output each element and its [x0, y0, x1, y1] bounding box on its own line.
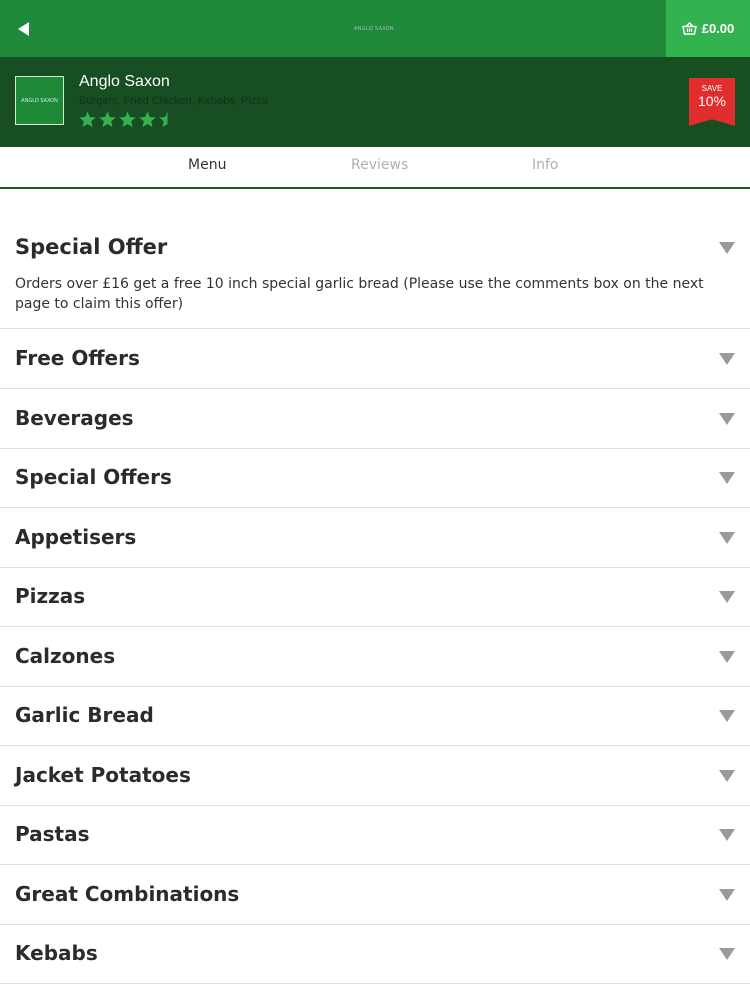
- chevron-down-icon: [719, 710, 735, 722]
- rating-stars: [78, 110, 177, 129]
- category-title: Garlic Bread: [15, 703, 154, 727]
- chevron-down-icon: [719, 242, 735, 254]
- chevron-down-icon: [719, 948, 735, 960]
- star-icon: [79, 111, 96, 128]
- menu-category-row[interactable]: Great Combinations: [0, 865, 750, 925]
- star-icon: [99, 111, 116, 128]
- tab-reviews[interactable]: Reviews: [351, 157, 408, 173]
- menu-category-row[interactable]: Appetisers: [0, 508, 750, 568]
- top-bar: ANGLO SAXON £0.00: [0, 0, 750, 57]
- top-logo-text: ANGLO SAXON: [354, 26, 394, 32]
- menu-category-row[interactable]: Jacket Potatoes: [0, 746, 750, 806]
- restaurant-header: ANGLO SAXON Anglo Saxon Burgers, Fried C…: [0, 57, 750, 147]
- menu-list: Special Offer Orders over £16 get a free…: [0, 189, 750, 1000]
- category-title: Calzones: [15, 644, 116, 668]
- tab-info[interactable]: Info: [532, 157, 559, 173]
- menu-category-row[interactable]: Calzones: [0, 627, 750, 687]
- menu-category-row[interactable]: Kebabs: [0, 924, 750, 984]
- category-title: Free Offers: [15, 346, 140, 370]
- menu-category-row[interactable]: Garlic Bread: [0, 686, 750, 746]
- chevron-down-icon: [719, 532, 735, 544]
- chevron-down-icon: [719, 889, 735, 901]
- menu-category-row[interactable]: Free Offers: [0, 329, 750, 389]
- basket-total: £0.00: [701, 21, 735, 36]
- menu-category-special-offer[interactable]: Special Offer Orders over £16 get a free…: [0, 189, 750, 329]
- menu-category-row[interactable]: Pizzas: [0, 567, 750, 627]
- basket-button[interactable]: £0.00: [666, 0, 750, 57]
- chevron-down-icon: [719, 353, 735, 365]
- star-half-icon: [159, 111, 168, 128]
- special-offer-description: Orders over £16 get a free 10 inch speci…: [15, 276, 704, 312]
- menu-category-row[interactable]: Pastas: [0, 805, 750, 865]
- chevron-down-icon: [719, 770, 735, 782]
- category-title: Special Offers: [15, 465, 172, 489]
- menu-category-row[interactable]: Special Offers: [0, 448, 750, 508]
- menu-category-row[interactable]: Beverages: [0, 389, 750, 449]
- category-title: Pastas: [15, 822, 90, 846]
- back-button[interactable]: [8, 13, 40, 45]
- star-icon: [139, 111, 156, 128]
- category-title: Great Combinations: [15, 882, 240, 906]
- back-arrow-icon: [18, 22, 29, 36]
- category-title: Special Offer: [15, 235, 168, 259]
- save-value: 10%: [697, 93, 727, 109]
- chevron-down-icon: [719, 829, 735, 841]
- chevron-down-icon: [719, 413, 735, 425]
- category-title: Pizzas: [15, 584, 86, 608]
- restaurant-cuisine: Burgers, Fried Chicken, Kebabs, Pizza: [79, 95, 268, 107]
- basket-icon: [681, 22, 697, 35]
- restaurant-name: Anglo Saxon: [79, 73, 170, 90]
- save-label: SAVE: [701, 84, 723, 93]
- tab-bar: Menu Reviews Info: [0, 147, 750, 189]
- category-title: Kebabs: [15, 941, 98, 965]
- category-title: Appetisers: [15, 525, 137, 549]
- tab-menu[interactable]: Menu: [188, 157, 226, 173]
- star-icon: [119, 111, 136, 128]
- restaurant-logo: ANGLO SAXON: [15, 76, 64, 125]
- save-badge: SAVE 10%: [689, 78, 735, 126]
- restaurant-logo-text: ANGLO SAXON: [21, 97, 58, 104]
- chevron-down-icon: [719, 472, 735, 484]
- category-title: Beverages: [15, 406, 134, 430]
- chevron-down-icon: [719, 651, 735, 663]
- top-logo: ANGLO SAXON: [350, 24, 398, 34]
- chevron-down-icon: [719, 591, 735, 603]
- category-title: Jacket Potatoes: [15, 763, 191, 787]
